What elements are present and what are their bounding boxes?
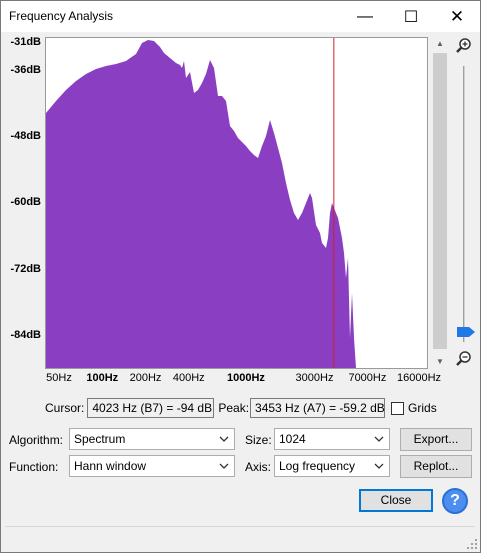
- algorithm-value: Spectrum: [74, 432, 126, 446]
- function-label: Function:: [9, 460, 59, 474]
- function-select[interactable]: Hann window: [69, 455, 235, 477]
- maximize-button[interactable]: ☐: [388, 1, 434, 32]
- spectrum-plot[interactable]: [45, 37, 428, 369]
- cursor-label: Cursor:: [45, 401, 85, 415]
- chevron-down-icon: [219, 436, 229, 442]
- scroll-up-arrow-icon[interactable]: ▲: [432, 37, 448, 51]
- zoom-slider-thumb[interactable]: [456, 326, 476, 338]
- axis-select[interactable]: Log frequency: [274, 455, 390, 477]
- y-tick-label: -36dB: [10, 63, 41, 76]
- chevron-down-icon: [374, 436, 384, 442]
- x-tick-label: 7000Hz: [348, 372, 387, 384]
- replot-button[interactable]: Replot...: [400, 455, 472, 478]
- x-tick-label: 50Hz: [46, 372, 72, 384]
- x-tick-label: 16000Hz: [396, 372, 442, 384]
- minimize-button[interactable]: —: [342, 1, 388, 32]
- resize-grip-icon[interactable]: [466, 538, 478, 550]
- x-tick-label: 100Hz: [86, 372, 119, 384]
- status-bar-divider: [5, 526, 475, 527]
- y-tick-label: -31dB: [10, 36, 41, 48]
- cursor-peak-row: Cursor: 4023 Hz (B7) = -94 dB Peak: 3453…: [45, 398, 437, 418]
- y-tick-label: -48dB: [10, 129, 41, 142]
- y-tick-label: -60dB: [10, 196, 41, 209]
- x-tick-label: 400Hz: [172, 372, 205, 384]
- vertical-scrollbar[interactable]: ▲ ▼: [432, 37, 448, 369]
- size-value: 1024: [279, 432, 306, 446]
- cursor-readout: 4023 Hz (B7) = -94 dB: [87, 398, 215, 418]
- zoom-in-icon[interactable]: [455, 37, 473, 55]
- axis-label: Axis:: [245, 460, 272, 474]
- peak-readout: 3453 Hz (A7) = -59.2 dB: [250, 398, 386, 418]
- frequency-analysis-window: Frequency Analysis — ☐ ✕ -31dB -36dB -48dB…: [0, 0, 481, 553]
- y-tick-label: -72dB: [10, 262, 41, 275]
- grids-label[interactable]: Grids: [408, 401, 437, 415]
- size-label: Size:: [245, 433, 272, 447]
- title-bar[interactable]: Frequency Analysis — ☐ ✕: [1, 1, 480, 32]
- function-value: Hann window: [74, 459, 147, 473]
- zoom-out-icon[interactable]: [455, 350, 473, 368]
- x-tick-label: 1000Hz: [226, 372, 265, 384]
- algorithm-label: Algorithm:: [9, 433, 64, 447]
- grids-checkbox[interactable]: [391, 401, 405, 415]
- scrollbar-thumb[interactable]: [433, 53, 447, 349]
- x-tick-label: 200Hz: [129, 372, 162, 384]
- spectrum-fill: [46, 40, 356, 368]
- peak-label: Peak:: [218, 401, 250, 415]
- export-button[interactable]: Export...: [400, 428, 472, 451]
- scroll-down-arrow-icon[interactable]: ▼: [432, 355, 448, 369]
- x-axis: 50Hz 100Hz 200Hz 400Hz 1000Hz 3000Hz 7000Hz 160…: [45, 369, 441, 391]
- size-select[interactable]: 1024: [274, 428, 390, 450]
- help-icon[interactable]: ?: [442, 488, 468, 514]
- chevron-down-icon: [219, 463, 229, 469]
- window-title: Frequency Analysis: [9, 9, 114, 23]
- chevron-down-icon: [374, 463, 384, 469]
- close-button[interactable]: Close: [359, 489, 433, 512]
- axis-value: Log frequency: [279, 459, 356, 473]
- zoom-slider-track[interactable]: [463, 66, 465, 342]
- y-tick-label: -84dB: [10, 329, 41, 341]
- close-window-button[interactable]: ✕: [434, 1, 480, 32]
- y-axis: -31dB -36dB -48dB -60dB -72dB -84dB: [1, 32, 45, 368]
- algorithm-select[interactable]: Spectrum: [69, 428, 235, 450]
- dialog-body: -31dB -36dB -48dB -60dB -72dB -84dB 50Hz 100Hz…: [1, 32, 480, 552]
- spectrum-graph: [46, 38, 356, 368]
- x-tick-label: 3000Hz: [295, 372, 334, 384]
